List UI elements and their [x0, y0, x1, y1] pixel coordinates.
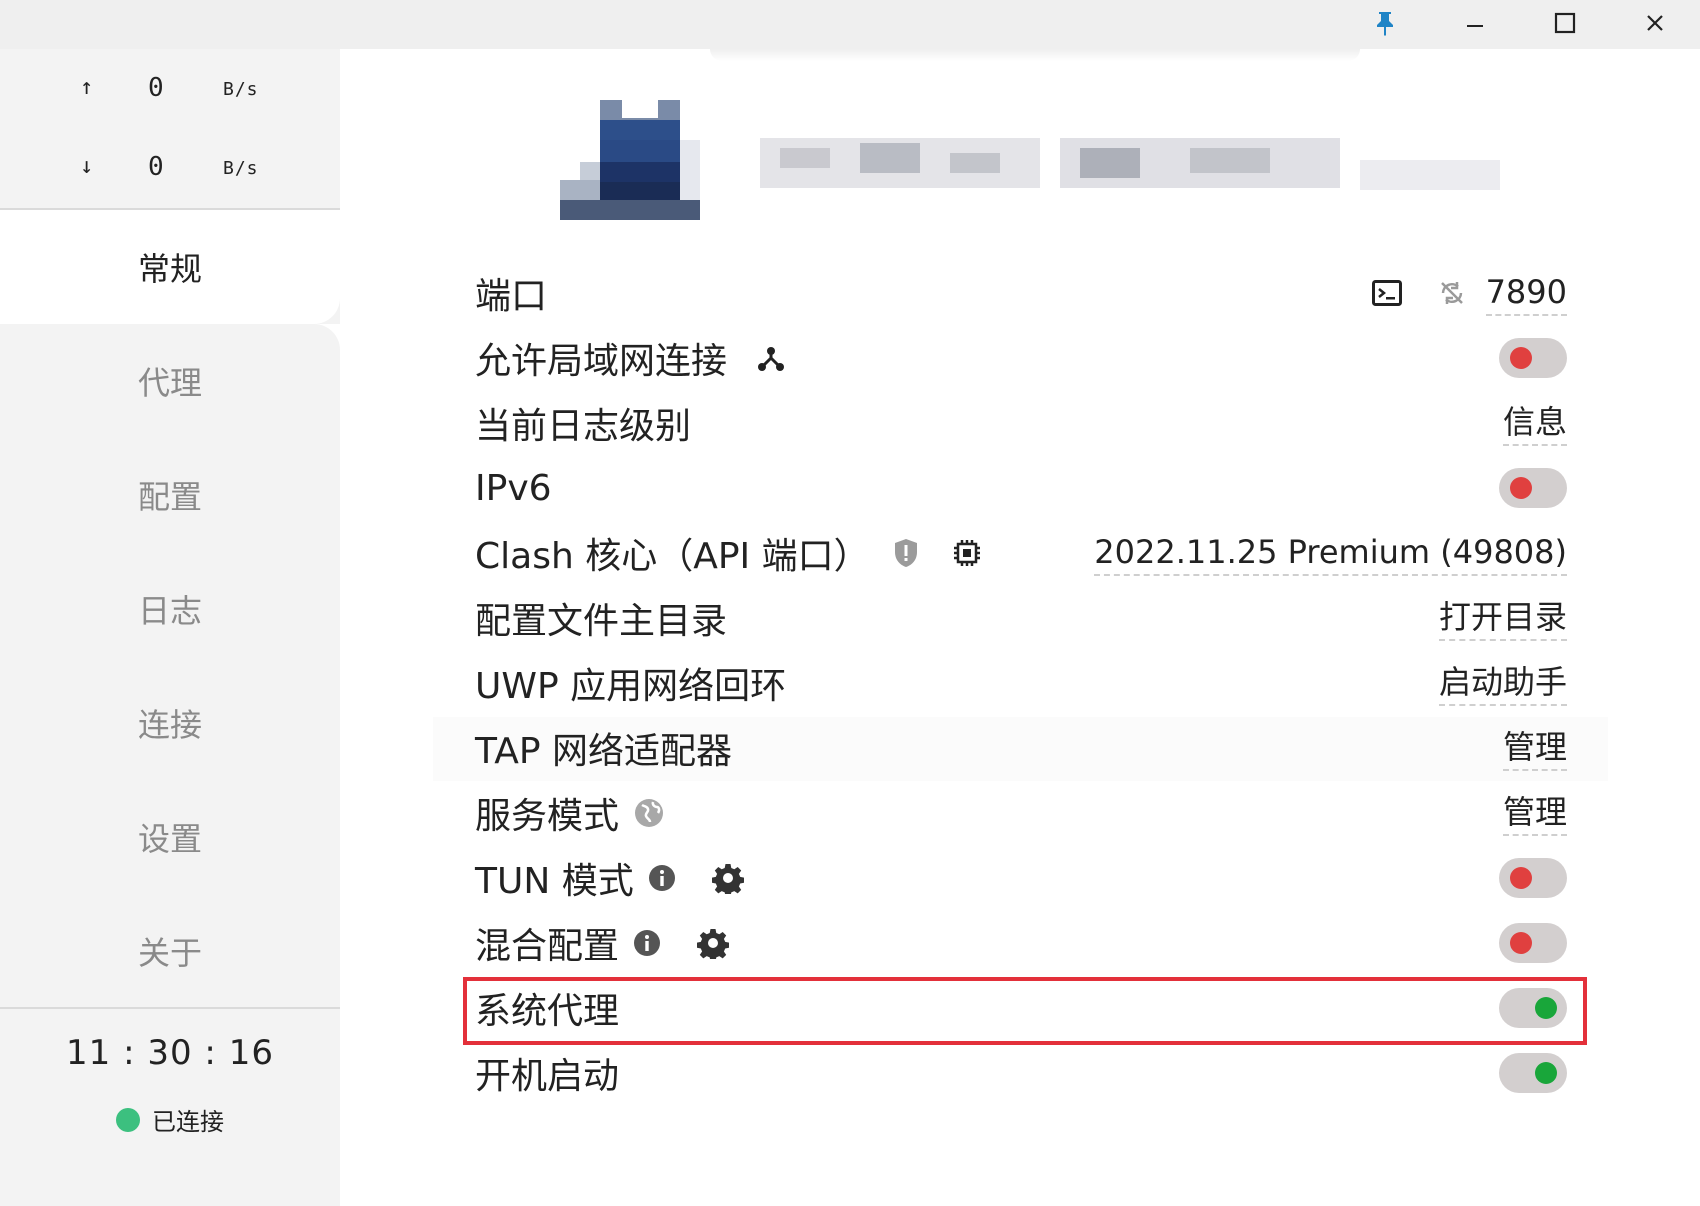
- title-bar: [0, 0, 1700, 49]
- allow-lan-label: 允许局域网连接: [475, 341, 728, 382]
- sidebar-divider-bottom: [0, 1007, 340, 1009]
- minimize-icon: [1465, 13, 1485, 37]
- allow-lan-toggle[interactable]: [1499, 338, 1567, 378]
- info-icon[interactable]: [648, 864, 676, 892]
- tun-mode-label: TUN 模式: [475, 861, 634, 902]
- upload-unit: B/s: [223, 79, 259, 100]
- mixin-label: 混合配置: [475, 926, 620, 967]
- network-icon: [755, 342, 787, 374]
- sync-off-icon[interactable]: [1438, 279, 1466, 307]
- close-button[interactable]: [1610, 0, 1700, 49]
- setting-service-mode: 服务模式 管理: [475, 781, 1567, 845]
- setting-log-level: 当前日志级别 信息: [475, 391, 1567, 455]
- pin-button[interactable]: [1340, 0, 1430, 49]
- port-label: 端口: [475, 276, 548, 317]
- gear-icon[interactable]: [711, 862, 744, 894]
- download-unit: B/s: [223, 158, 259, 179]
- tap-adapter-label: TAP 网络适配器: [475, 731, 732, 772]
- terminal-icon[interactable]: [1371, 280, 1402, 306]
- minimize-button[interactable]: [1430, 0, 1520, 49]
- traffic-panel: ↑ 0 B/s ↓ 0 B/s: [0, 49, 340, 209]
- launch-helper-link[interactable]: 启动助手: [1438, 661, 1567, 706]
- nav-item-logs[interactable]: 日志: [0, 552, 340, 666]
- service-mode-label: 服务模式: [475, 796, 620, 837]
- sidebar: ↑ 0 B/s ↓ 0 B/s 常规 代理 配置 日志 连接 设置 关于 11 …: [0, 49, 340, 1206]
- setting-uwp-loopback: UWP 应用网络回环 启动助手: [475, 651, 1567, 715]
- nav-item-connections[interactable]: 连接: [0, 666, 340, 780]
- mixin-toggle[interactable]: [1499, 923, 1567, 963]
- setting-tun-mode: TUN 模式: [475, 846, 1567, 910]
- tap-manage-link[interactable]: 管理: [1502, 726, 1567, 771]
- open-dir-link[interactable]: 打开目录: [1438, 596, 1567, 641]
- clock: 11 : 30 : 16: [66, 1033, 274, 1073]
- status-dot-icon: [116, 1107, 140, 1132]
- connection-status-label: 已连接: [152, 1108, 224, 1136]
- nav-item-profiles[interactable]: 配置: [0, 438, 340, 552]
- blurred-app-title: [760, 118, 1500, 200]
- service-manage-link[interactable]: 管理: [1502, 791, 1567, 836]
- config-dir-label: 配置文件主目录: [475, 601, 728, 642]
- upload-speed: ↑ 0 B/s: [0, 69, 340, 109]
- setting-port: 端口 7890: [475, 261, 1567, 325]
- autostart-label: 开机启动: [475, 1056, 620, 1097]
- maximize-icon: [1554, 12, 1576, 38]
- info-icon[interactable]: [633, 929, 661, 957]
- setting-config-dir: 配置文件主目录 打开目录: [475, 586, 1567, 650]
- upload-arrow-icon: ↑: [80, 75, 94, 100]
- tun-mode-toggle[interactable]: [1499, 858, 1567, 898]
- ipv6-label: IPv6: [475, 467, 552, 509]
- autostart-toggle[interactable]: [1499, 1053, 1567, 1093]
- gear-icon[interactable]: [697, 927, 730, 959]
- clash-core-version[interactable]: 2022.11.25 Premium (49808): [1094, 531, 1567, 576]
- nav-item-proxy[interactable]: 代理: [0, 324, 340, 438]
- setting-clash-core: Clash 核心（API 端口） 2022.11.25 Premium (498…: [475, 521, 1567, 585]
- setting-autostart: 开机启动: [475, 1041, 1567, 1105]
- globe-icon: [633, 797, 665, 829]
- highlight-box: [463, 977, 1587, 1045]
- upload-value: 0: [148, 73, 164, 103]
- maximize-button[interactable]: [1520, 0, 1610, 49]
- download-speed: ↓ 0 B/s: [0, 148, 340, 188]
- port-value[interactable]: 7890: [1485, 271, 1567, 316]
- ipv6-toggle[interactable]: [1499, 468, 1567, 508]
- connection-status: 已连接: [116, 1102, 224, 1137]
- chip-icon[interactable]: [952, 538, 982, 568]
- download-arrow-icon: ↓: [80, 154, 94, 179]
- download-value: 0: [148, 152, 164, 182]
- setting-ipv6: IPv6: [475, 456, 1567, 520]
- app-logo: [560, 100, 700, 220]
- clash-core-label: Clash 核心（API 端口）: [475, 536, 870, 577]
- nav-item-general[interactable]: 常规: [0, 210, 340, 324]
- nav-item-about[interactable]: 关于: [0, 894, 340, 1008]
- close-icon: [1645, 13, 1665, 37]
- shield-icon[interactable]: [892, 537, 920, 569]
- log-level-label: 当前日志级别: [475, 406, 692, 447]
- setting-tap-adapter: TAP 网络适配器 管理: [475, 716, 1567, 780]
- pin-icon: [1374, 10, 1396, 40]
- uwp-loopback-label: UWP 应用网络回环: [475, 666, 787, 707]
- nav-item-settings[interactable]: 设置: [0, 780, 340, 894]
- log-level-value[interactable]: 信息: [1502, 401, 1567, 446]
- setting-allow-lan: 允许局域网连接: [475, 326, 1567, 390]
- setting-mixin: 混合配置: [475, 911, 1567, 975]
